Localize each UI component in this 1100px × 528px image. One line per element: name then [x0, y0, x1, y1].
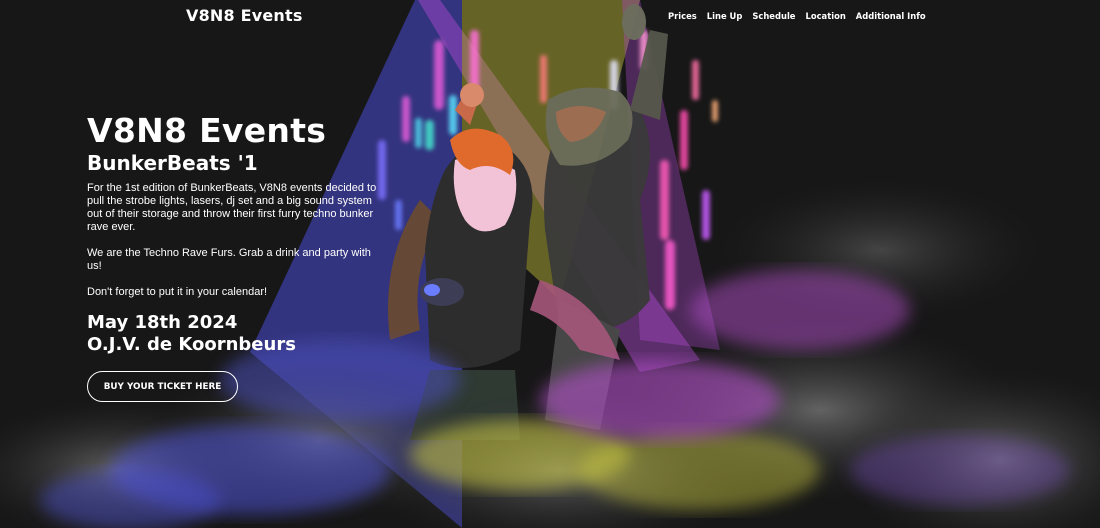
description-paragraph: For the 1st edition of BunkerBeats, V8N8… — [87, 182, 377, 233]
nav-link-line-up[interactable]: Line Up — [707, 11, 743, 21]
nav-link-prices[interactable]: Prices — [668, 11, 697, 21]
hero-subtitle: BunkerBeats '1 — [87, 151, 258, 175]
nav-links: Prices Line Up Schedule Location Additio… — [668, 11, 926, 21]
buy-ticket-button[interactable]: BUY YOUR TICKET HERE — [87, 371, 238, 402]
description-paragraph: We are the Techno Rave Furs. Grab a drin… — [87, 247, 371, 272]
top-navbar: V8N8 Events Prices Line Up Schedule Loca… — [0, 0, 1100, 34]
event-date: May 18th 2024 — [87, 312, 238, 333]
hero-title: V8N8 Events — [87, 111, 327, 150]
nav-link-location[interactable]: Location — [806, 11, 846, 21]
hero-description: For the 1st edition of BunkerBeats, V8N8… — [87, 182, 379, 299]
nav-link-additional-info[interactable]: Additional Info — [856, 11, 926, 21]
event-venue: O.J.V. de Koornbeurs — [87, 334, 296, 355]
hero-section: V8N8 Events BunkerBeats '1 For the 1st e… — [87, 112, 387, 402]
nav-link-schedule[interactable]: Schedule — [752, 11, 795, 21]
description-paragraph: Don't forget to put it in your calendar! — [87, 286, 268, 298]
brand-logo-link[interactable]: V8N8 Events — [186, 6, 303, 25]
